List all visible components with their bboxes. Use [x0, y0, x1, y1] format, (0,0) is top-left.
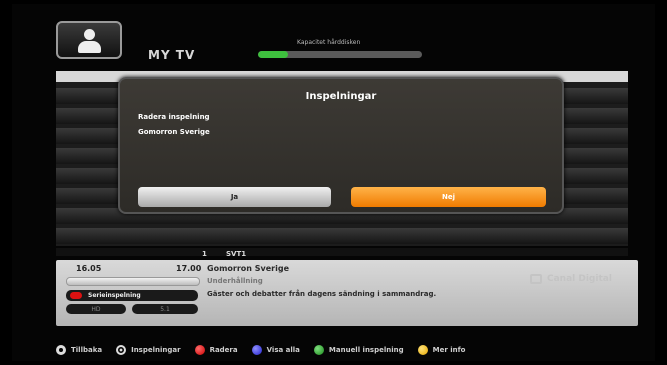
- program-description: Gäster och debatter från dagens sändning…: [207, 290, 437, 298]
- program-title: Gomorron Sverige: [207, 264, 290, 273]
- back-icon: [56, 345, 66, 355]
- channel-bar: [56, 248, 628, 256]
- dialog-title: Inspelningar: [305, 91, 377, 102]
- footer-label: Tillbaka: [71, 346, 103, 354]
- capacity-label: Kapacitet hårddisken: [297, 39, 361, 46]
- green-button-icon: [313, 345, 324, 355]
- end-time: 17.00: [176, 264, 202, 273]
- series-recording-badge: Serieinspelning: [66, 290, 198, 301]
- channel-name: SVT1: [226, 250, 247, 258]
- footer-label: Mer info: [432, 346, 466, 354]
- blue-button-icon: [251, 345, 262, 355]
- yes-button[interactable]: Ja: [138, 187, 331, 207]
- footer-label: Radera: [209, 346, 238, 354]
- footer-more-info[interactable]: Mer info: [417, 345, 466, 355]
- footer-button-bar: Tillbaka Inspelningar Radera Visa alla M…: [56, 342, 636, 358]
- program-info-panel: 16.05 17.00 Gomorron Sverige Underhållni…: [56, 260, 638, 326]
- footer-label: Inspelningar: [131, 346, 181, 354]
- dialog-program-name: Gomorron Sverige: [138, 128, 210, 136]
- hd-badge: HD: [66, 304, 126, 314]
- yellow-button-icon: [417, 345, 428, 355]
- channel-number: 1: [202, 250, 207, 258]
- audio-badge: 5.1: [132, 304, 198, 314]
- avatar-head: [84, 29, 95, 40]
- series-recording-label: Serieinspelning: [88, 292, 141, 299]
- no-button[interactable]: Nej: [351, 187, 546, 207]
- avatar-body: [78, 41, 101, 53]
- provider-logo: Canal Digital: [530, 274, 612, 284]
- footer-manual-recording[interactable]: Manuell inspelning: [313, 345, 404, 355]
- program-genre: Underhållning: [207, 277, 263, 285]
- delete-recording-dialog: Inspelningar Radera inspelning Gomorron …: [118, 77, 564, 214]
- user-avatar-icon[interactable]: [56, 21, 122, 59]
- footer-recordings[interactable]: Inspelningar: [116, 345, 181, 355]
- section-title: MY TV: [148, 48, 196, 62]
- red-button-icon: [194, 345, 205, 355]
- start-time: 16.05: [76, 264, 102, 273]
- capacity-bar-fill: [258, 51, 288, 58]
- record-icon: [116, 345, 127, 355]
- provider-logo-text: Canal Digital: [547, 274, 612, 284]
- capacity-bar: [258, 51, 422, 58]
- footer-label: Visa alla: [266, 346, 300, 354]
- program-progress-bar: [66, 277, 200, 286]
- dialog-message: Radera inspelning: [138, 113, 210, 121]
- footer-label: Manuell inspelning: [328, 346, 404, 354]
- footer-delete[interactable]: Radera: [194, 345, 238, 355]
- record-indicator-icon: [70, 292, 82, 299]
- footer-back[interactable]: Tillbaka: [56, 345, 102, 355]
- footer-show-all[interactable]: Visa alla: [251, 345, 300, 355]
- list-item[interactable]: [56, 228, 628, 244]
- tv-screen: MY TV Kapacitet hårddisken Inspelningar …: [12, 4, 655, 361]
- canal-digital-logo-icon: [530, 274, 542, 284]
